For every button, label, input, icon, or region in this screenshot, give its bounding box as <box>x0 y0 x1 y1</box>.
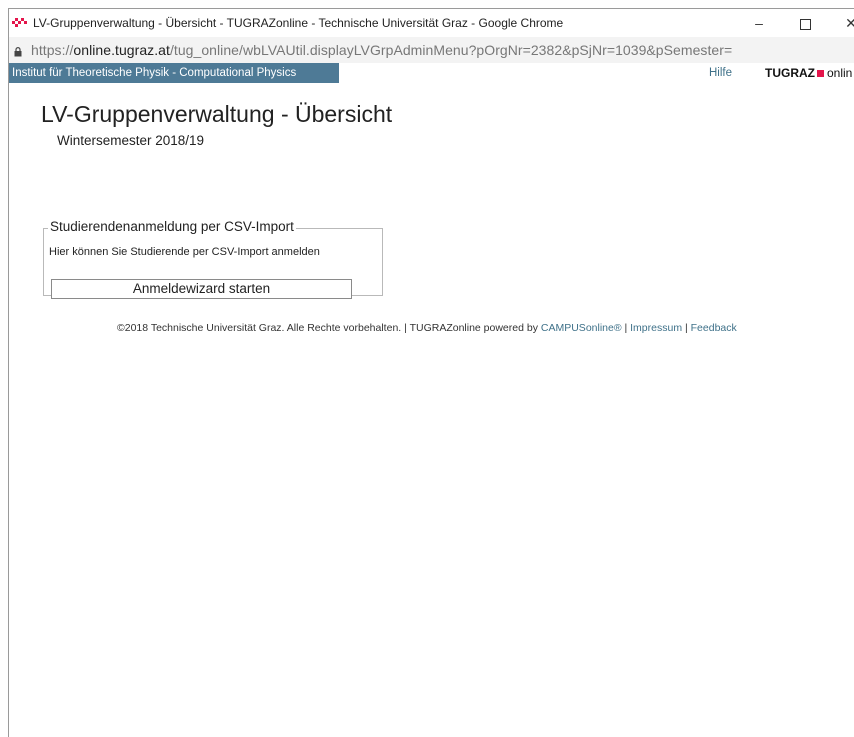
window-title: LV-Gruppenverwaltung - Übersicht - TUGRA… <box>33 16 564 30</box>
url-host: online.tugraz.at <box>73 42 170 58</box>
semester-label: Wintersemester 2018/19 <box>57 133 205 148</box>
address-bar[interactable]: https://online.tugraz.at/tug_online/wbLV… <box>9 37 854 63</box>
csv-import-description: Hier können Sie Studierende per CSV-Impo… <box>49 246 320 258</box>
brand-left: TUGRAZ <box>765 66 815 80</box>
impressum-link[interactable]: Impressum <box>630 322 682 334</box>
minimize-button[interactable]: – <box>737 9 781 37</box>
title-bar: LV-Gruppenverwaltung - Übersicht - TUGRA… <box>9 9 854 37</box>
footer-copyright: ©2018 Technische Universität Graz. Alle … <box>117 322 541 334</box>
minimize-icon: – <box>755 15 763 31</box>
footer: ©2018 Technische Universität Graz. Alle … <box>117 322 737 334</box>
maximize-button[interactable] <box>783 9 827 37</box>
brand-right: onlin <box>827 66 853 80</box>
feedback-link[interactable]: Feedback <box>691 322 737 334</box>
footer-separator: | <box>682 322 691 334</box>
page-title: LV-Gruppenverwaltung - Übersicht <box>41 101 393 127</box>
close-icon: ✕ <box>845 15 854 31</box>
url-path: /tug_online/wbLVAUtil.displayLVGrpAdminM… <box>169 42 733 58</box>
brand-square-icon <box>817 70 824 77</box>
start-wizard-button[interactable]: Anmeldewizard starten <box>51 279 352 299</box>
campusonline-link[interactable]: CAMPUSonline® <box>541 322 622 334</box>
help-link[interactable]: Hilfe <box>709 63 732 83</box>
close-button[interactable]: ✕ <box>829 9 854 37</box>
url-scheme: https:// <box>31 42 74 58</box>
tugraz-logo-icon <box>12 17 27 27</box>
csv-import-legend: Studierendenanmeldung per CSV-Import <box>48 219 296 234</box>
url-text[interactable]: https://online.tugraz.at/tug_online/wbLV… <box>31 37 732 63</box>
footer-separator: | <box>621 322 631 334</box>
maximize-icon <box>799 18 811 30</box>
csv-import-section: Studierendenanmeldung per CSV-Import Hie… <box>43 219 383 299</box>
lock-icon <box>14 44 22 57</box>
org-name[interactable]: Institut für Theoretische Physik - Compu… <box>9 63 339 83</box>
org-bar: Institut für Theoretische Physik - Compu… <box>9 63 854 83</box>
tugraz-online-logo[interactable]: TUGRAZ onlin <box>765 63 852 83</box>
browser-window: LV-Gruppenverwaltung - Übersicht - TUGRA… <box>8 8 854 737</box>
